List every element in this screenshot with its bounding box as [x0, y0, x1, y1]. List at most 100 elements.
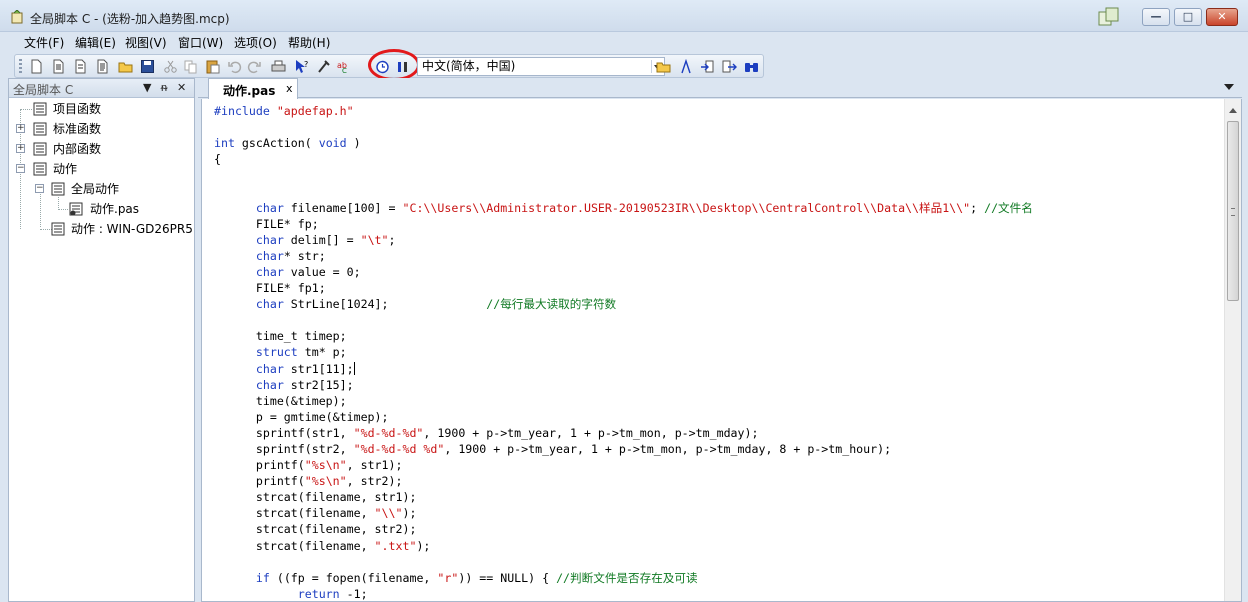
code-line[interactable] [214, 183, 1033, 199]
code-line[interactable]: sprintf(str2, "%d-%d-%d %d", 1900 + p->t… [214, 441, 1033, 457]
save-icon[interactable] [140, 59, 155, 74]
code-line[interactable]: int gscAction( void ) [214, 135, 1033, 151]
open-folder-icon[interactable] [118, 59, 133, 74]
code-line[interactable]: char str2[15]; [214, 377, 1033, 393]
code-token: return [297, 586, 340, 601]
code-line[interactable]: time(&timep); [214, 393, 1033, 409]
menu-view[interactable]: 视图(V) [125, 34, 167, 51]
code-line[interactable]: strcat(filename, str1); [214, 489, 1033, 505]
code-token: strcat(filename, str1); [214, 490, 417, 505]
code-line[interactable]: char* str; [214, 248, 1033, 264]
close-button[interactable]: ✕ [1206, 8, 1238, 26]
compile-icon[interactable] [316, 59, 331, 74]
open-icon[interactable] [656, 59, 671, 74]
abc-icon[interactable]: abC [337, 59, 352, 74]
menu-options[interactable]: 选项(O) [234, 34, 277, 51]
code-line[interactable]: strcat(filename, ".txt"); [214, 538, 1033, 554]
tile-windows-icon[interactable] [1098, 7, 1120, 27]
panel-close-icon[interactable]: ✕ [177, 81, 186, 94]
code-line[interactable] [214, 554, 1033, 570]
code-token: "%d-%d-%d %d" [353, 441, 445, 456]
function-folder-icon [33, 122, 47, 136]
print-icon[interactable] [271, 59, 286, 74]
code-editor[interactable]: #include "apdefap.h" int gscAction( void… [201, 99, 1242, 602]
tree-node-action-computer[interactable]: 动作 : WIN-GD26PR5 [9, 220, 194, 238]
code-token: "apdefap.h" [276, 104, 354, 118]
scrollbar-thumb[interactable] [1227, 121, 1239, 301]
toolbar-grip[interactable] [19, 59, 22, 74]
menu-edit[interactable]: 编辑(E) [75, 34, 116, 51]
action-file-icon [69, 202, 83, 216]
collapse-icon[interactable]: − [16, 164, 25, 173]
import-icon[interactable] [700, 59, 715, 74]
tool-icon[interactable] [678, 59, 693, 74]
tree-node-internal-functions[interactable]: + 内部函数 [9, 140, 194, 158]
code-line[interactable] [214, 167, 1033, 183]
code-line[interactable]: char value = 0; [214, 264, 1033, 280]
code-line[interactable]: { [214, 151, 1033, 167]
code-line[interactable]: p = gmtime(&timep); [214, 409, 1033, 425]
paste-icon[interactable] [205, 59, 220, 74]
collapse-icon[interactable]: − [35, 184, 44, 193]
code-token: "\t" [360, 232, 389, 247]
new-file-icon[interactable] [29, 59, 44, 74]
expand-icon[interactable]: + [16, 144, 25, 153]
code-line[interactable]: char StrLine[1024]; //每行最大读取的字符数 [214, 296, 1033, 312]
code-line[interactable]: sprintf(str1, "%d-%d-%d", 1900 + p->tm_y… [214, 425, 1033, 441]
code-text[interactable]: #include "apdefap.h" int gscAction( void… [214, 103, 1033, 601]
code-line[interactable]: printf("%s\n", str2); [214, 473, 1033, 489]
code-line[interactable]: printf("%s\n", str1); [214, 457, 1033, 473]
code-line[interactable]: #include "apdefap.h" [214, 103, 1033, 119]
code-token: strcat(filename, [214, 506, 375, 521]
code-line[interactable]: time_t timep; [214, 328, 1033, 344]
code-line[interactable]: strcat(filename, "\\"); [214, 505, 1033, 521]
code-token: gscAction( [234, 136, 319, 151]
code-line[interactable]: return -1; [214, 586, 1033, 601]
redo-icon[interactable] [247, 59, 262, 74]
code-line[interactable]: char str1[11]; [214, 361, 1033, 377]
undo-icon[interactable] [227, 59, 242, 74]
code-line[interactable] [214, 119, 1033, 135]
export-icon[interactable] [722, 59, 737, 74]
minimize-button[interactable]: — [1142, 8, 1170, 26]
menu-file[interactable]: 文件(F) [24, 34, 64, 51]
menu-help[interactable]: 帮助(H) [288, 34, 330, 51]
panel-dropdown-icon[interactable]: ▼ [143, 81, 151, 94]
help-pointer-icon[interactable]: ? [294, 59, 309, 74]
tree-node-standard-functions[interactable]: + 标准函数 [9, 120, 194, 138]
tree-node-project-functions[interactable]: 项目函数 [9, 100, 194, 118]
tab-action-pas[interactable]: 动作.pas x [208, 78, 298, 99]
expand-icon[interactable]: + [16, 124, 25, 133]
menu-window[interactable]: 窗口(W) [178, 34, 223, 51]
new-project-icon[interactable] [51, 59, 66, 74]
copy-doc-icon[interactable] [73, 59, 88, 74]
code-token: //文件名 [984, 200, 1033, 215]
code-line[interactable]: struct tm* p; [214, 344, 1033, 360]
copy-icon[interactable] [183, 59, 198, 74]
code-line[interactable]: strcat(filename, str2); [214, 521, 1033, 537]
tree-node-global-actions[interactable]: − 全局动作 [9, 180, 194, 198]
tab-close-icon[interactable]: x [286, 82, 293, 95]
code-line[interactable]: FILE* fp; [214, 216, 1033, 232]
code-token: //每行最大读取的字符数 [486, 297, 617, 312]
vertical-scrollbar[interactable] [1224, 99, 1241, 601]
pin-icon[interactable]: ᵰ [161, 81, 167, 94]
binoculars-icon[interactable] [744, 59, 759, 74]
code-line[interactable]: char filename[100] = "C:\\Users\\Adminis… [214, 200, 1033, 216]
tree-node-actions[interactable]: − 动作 [9, 160, 194, 178]
action-folder-icon [33, 162, 47, 176]
doc-icon[interactable] [95, 59, 110, 74]
language-select[interactable]: 中文(简体，中国) [417, 57, 665, 76]
code-token: p = gmtime(&timep); [214, 409, 389, 424]
code-line[interactable] [214, 312, 1033, 328]
tab-list-icon[interactable] [1224, 84, 1234, 90]
code-line[interactable]: if ((fp = fopen(filename, "r")) == NULL)… [214, 570, 1033, 586]
maximize-button[interactable]: □ [1174, 8, 1202, 26]
cut-icon[interactable] [163, 59, 178, 74]
code-line[interactable]: FILE* fp1; [214, 280, 1033, 296]
tree-node-action-pas[interactable]: 动作.pas [9, 200, 194, 218]
scroll-up-icon[interactable] [1229, 108, 1237, 113]
code-line[interactable]: char delim[] = "\t"; [214, 232, 1033, 248]
